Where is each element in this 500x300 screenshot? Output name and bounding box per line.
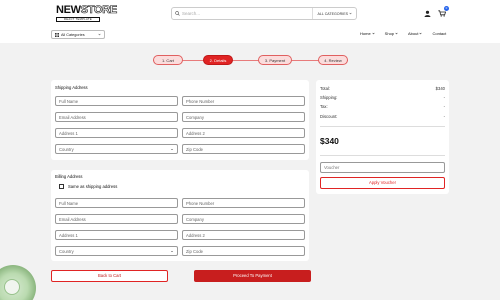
main-nav: Home Shop About Contact: [360, 31, 446, 36]
user-icon[interactable]: [424, 10, 431, 17]
summary-discount-row: Discount: -: [320, 114, 445, 119]
voucher-input[interactable]: Voucher: [320, 162, 445, 173]
summary-total-row: Total: $340: [320, 86, 445, 91]
logo-brand-prefix: NEW: [56, 4, 81, 16]
summary-divider: [320, 126, 445, 127]
search-bar: ALL CATEGORIES: [171, 7, 357, 20]
same-as-shipping-label: Same as shipping address: [68, 184, 118, 189]
step-payment[interactable]: 3. Payment: [258, 55, 292, 65]
all-categories-button[interactable]: All Categories: [51, 30, 105, 39]
chevron-down-icon: [349, 12, 352, 15]
grid-icon: [55, 32, 59, 37]
all-categories-label: All Categories: [61, 32, 85, 37]
summary-shipping-row: Shipping: -: [320, 95, 445, 100]
logo-subtitle: REACT TEMPLATE: [56, 17, 100, 22]
shipping-email-field[interactable]: Email Address: [55, 112, 178, 122]
shipping-country-select[interactable]: Country: [55, 144, 178, 154]
billing-address-title: Billing Address: [55, 174, 83, 179]
cart-count-badge: 0: [444, 6, 449, 11]
proceed-to-payment-button[interactable]: Proceed To Payment: [194, 270, 311, 282]
nav-about[interactable]: About: [408, 31, 423, 36]
logo-brand-suffix: STORE: [80, 4, 117, 16]
search-category-label: ALL CATEGORIES: [317, 11, 348, 16]
summary-total-value: $340: [435, 86, 445, 91]
step-review[interactable]: 4. Review: [318, 55, 348, 65]
search-icon[interactable]: [172, 11, 182, 16]
billing-phone-field[interactable]: Phone Number: [182, 198, 305, 208]
nav-contact[interactable]: Contact: [432, 31, 446, 36]
header: NEWSTORE REACT TEMPLATE ALL CATEGORIES 0…: [0, 0, 500, 43]
step-cart[interactable]: 1. Cart: [153, 55, 183, 65]
shipping-zip-field[interactable]: Zip Code: [182, 144, 305, 154]
shipping-full-name-field[interactable]: Full Name: [55, 96, 178, 106]
chevron-down-icon: [98, 33, 101, 36]
summary-tax-row: Tax: -: [320, 104, 445, 109]
nav-home[interactable]: Home: [360, 31, 375, 36]
chevron-down-icon: [419, 32, 423, 35]
billing-address1-field[interactable]: Address 1: [55, 230, 178, 240]
step-details[interactable]: 2. Details: [203, 55, 233, 65]
corner-watermark-logo: [0, 265, 36, 300]
shipping-address1-field[interactable]: Address 1: [55, 128, 178, 138]
billing-company-field[interactable]: Company: [182, 214, 305, 224]
billing-address2-field[interactable]: Address 2: [182, 230, 305, 240]
same-as-shipping-checkbox[interactable]: [59, 184, 64, 189]
shipping-address2-field[interactable]: Address 2: [182, 128, 305, 138]
shipping-company-field[interactable]: Company: [182, 112, 305, 122]
back-to-cart-button[interactable]: Back to Cart: [51, 270, 168, 282]
billing-country-select[interactable]: Country: [55, 246, 178, 256]
chevron-down-icon: [372, 32, 375, 35]
billing-email-field[interactable]: Email Address: [55, 214, 178, 224]
apply-voucher-button[interactable]: Apply Voucher: [320, 177, 445, 189]
summary-divider: [320, 155, 445, 156]
shipping-address-title: Shipping Address: [55, 85, 88, 90]
search-input[interactable]: [182, 11, 313, 16]
billing-zip-field[interactable]: Zip Code: [182, 246, 305, 256]
nav-shop[interactable]: Shop: [385, 31, 398, 36]
search-category-select[interactable]: ALL CATEGORIES: [312, 8, 356, 19]
chevron-down-icon: [395, 32, 398, 35]
summary-grand-total: $340: [320, 136, 339, 146]
cart-icon[interactable]: [438, 10, 446, 17]
shipping-phone-field[interactable]: Phone Number: [182, 96, 305, 106]
billing-full-name-field[interactable]: Full Name: [55, 198, 178, 208]
store-logo[interactable]: NEWSTORE REACT TEMPLATE: [56, 4, 118, 22]
